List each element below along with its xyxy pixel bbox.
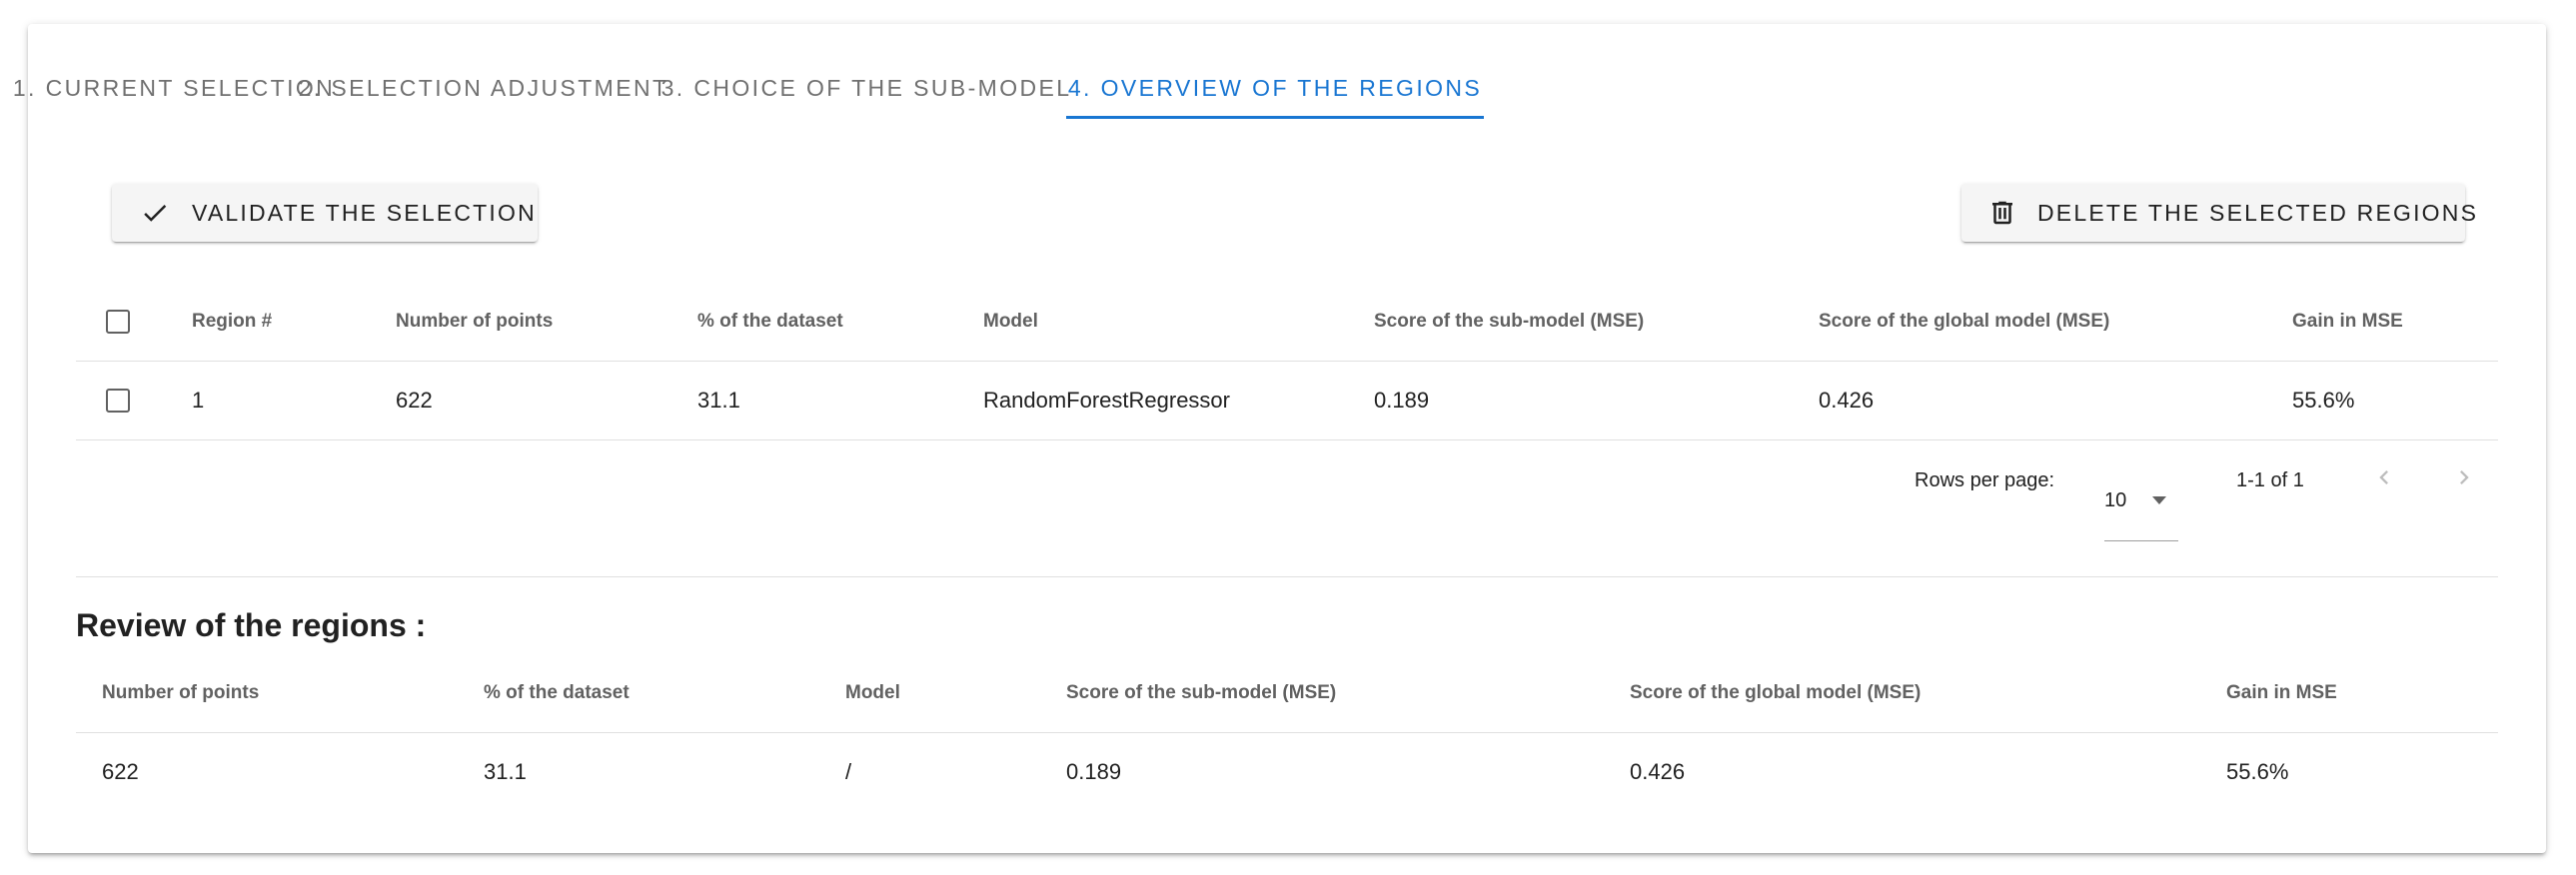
- review-header-gain-in-mse: Gain in MSE: [2226, 681, 2337, 703]
- header-percent-dataset[interactable]: % of the dataset: [697, 282, 843, 361]
- tab-overview-of-regions[interactable]: 4. OVERVIEW OF THE REGIONS: [1066, 58, 1484, 119]
- review-cell-percent-dataset: 31.1: [484, 758, 527, 784]
- header-number-of-points[interactable]: Number of points: [396, 282, 553, 361]
- select-all-checkbox[interactable]: [106, 309, 130, 334]
- tab-choice-of-sub-model[interactable]: 3. CHOICE OF THE SUB-MODEL: [661, 58, 1069, 118]
- dropdown-arrow-icon: [2152, 496, 2167, 504]
- review-title: Review of the regions :: [76, 607, 427, 643]
- header-sub-model-score[interactable]: Score of the sub-model (MSE): [1374, 282, 1644, 361]
- review-header-percent-dataset: % of the dataset: [484, 681, 630, 703]
- validate-selection-label: VALIDATE THE SELECTION: [192, 199, 537, 226]
- review-table: Number of points % of the dataset Model …: [76, 653, 2498, 811]
- cell-global-model-score: 0.426: [1819, 387, 1875, 413]
- tab-current-selection[interactable]: 1. CURRENT SELECTION: [13, 58, 333, 118]
- previous-page-button[interactable]: [2370, 440, 2398, 520]
- regions-table: Region # Number of points % of the datas…: [76, 282, 2498, 440]
- next-page-button[interactable]: [2450, 440, 2478, 520]
- header-gain-in-mse[interactable]: Gain in MSE: [2292, 282, 2403, 361]
- regions-table-header: Region # Number of points % of the datas…: [76, 282, 2498, 362]
- rows-per-page-label: Rows per page:: [1915, 468, 2055, 491]
- review-cell-sub-model-score: 0.189: [1066, 758, 1122, 784]
- check-icon: [138, 196, 172, 230]
- cell-gain-in-mse: 55.6%: [2292, 387, 2355, 413]
- cell-sub-model-score: 0.189: [1374, 387, 1430, 413]
- cell-number-of-points: 622: [396, 387, 433, 413]
- section-divider: [76, 576, 2498, 577]
- review-cell-number-of-points: 622: [102, 758, 139, 784]
- rows-per-page-value: 10: [2104, 488, 2127, 511]
- table-pagination: Rows per page: 10 1-1 of 1: [76, 440, 2498, 541]
- review-header-model: Model: [845, 681, 900, 703]
- rows-per-page-select[interactable]: 10: [2104, 460, 2178, 541]
- chevron-right-icon: [2450, 463, 2478, 497]
- pagination-range: 1-1 of 1: [2236, 468, 2304, 491]
- review-header-global-model-score: Score of the global model (MSE): [1630, 681, 1922, 703]
- cell-region-number: 1: [192, 387, 205, 413]
- review-cell-gain-in-mse: 55.6%: [2226, 758, 2289, 784]
- review-header-number-of-points: Number of points: [102, 681, 260, 703]
- table-row: 622 31.1 / 0.189 0.426 55.6%: [76, 732, 2498, 811]
- review-table-header: Number of points % of the dataset Model …: [76, 653, 2498, 733]
- review-header-sub-model-score: Score of the sub-model (MSE): [1066, 681, 1337, 703]
- select-all-cell: [106, 282, 130, 361]
- delete-selected-regions-button[interactable]: DELETE THE SELECTED REGIONS: [1961, 184, 2476, 242]
- delete-selected-regions-label: DELETE THE SELECTED REGIONS: [2037, 199, 2479, 226]
- row-select-cell: [106, 361, 130, 439]
- validate-selection-button[interactable]: VALIDATE THE SELECTION: [112, 184, 538, 242]
- review-cell-global-model-score: 0.426: [1630, 758, 1686, 784]
- header-global-model-score[interactable]: Score of the global model (MSE): [1819, 282, 2109, 361]
- chevron-left-icon: [2370, 463, 2398, 497]
- header-model[interactable]: Model: [983, 282, 1038, 361]
- trash-icon: [1987, 196, 2017, 230]
- cell-percent-dataset: 31.1: [697, 387, 740, 413]
- table-row[interactable]: 1 622 31.1 RandomForestRegressor 0.189 0…: [76, 361, 2498, 440]
- header-region-number[interactable]: Region #: [192, 282, 272, 361]
- review-cell-model: /: [845, 758, 852, 784]
- cell-model: RandomForestRegressor: [983, 387, 1230, 413]
- stepper-tabs: 1. CURRENT SELECTION 2. SELECTION ADJUST…: [13, 58, 1484, 119]
- tab-selection-adjustment[interactable]: 2. SELECTION ADJUSTMENT: [299, 58, 666, 118]
- row-checkbox[interactable]: [106, 388, 130, 413]
